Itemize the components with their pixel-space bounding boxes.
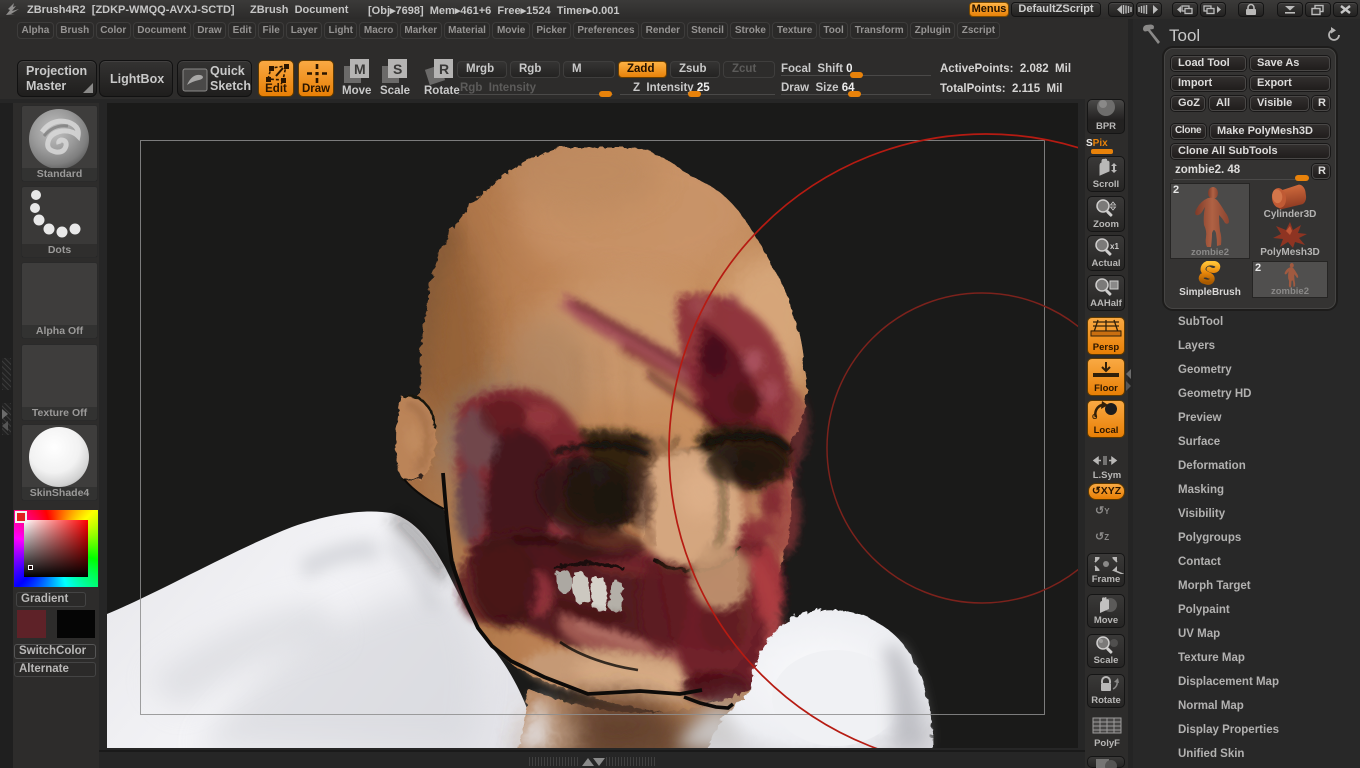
svg-text:S: S: [393, 61, 402, 77]
svg-text:R: R: [439, 61, 449, 77]
svg-text:M: M: [354, 61, 366, 77]
svg-text:G: G: [1092, 414, 1098, 421]
svg-text:x1: x1: [1110, 242, 1119, 251]
